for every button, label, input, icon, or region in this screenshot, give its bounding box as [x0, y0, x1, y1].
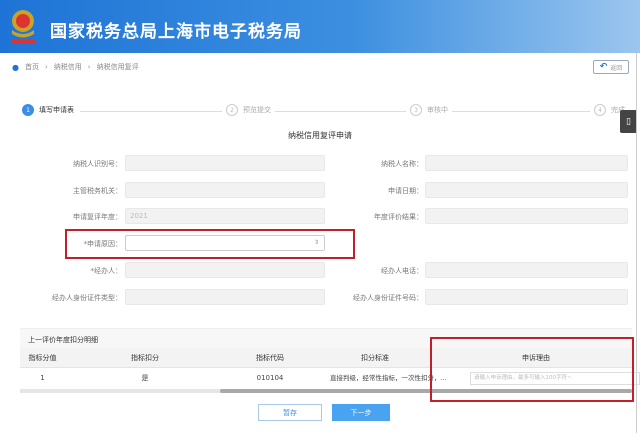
site-title: 国家税务总局上海市电子税务局 — [50, 22, 302, 42]
id-number-field[interactable] — [425, 289, 628, 305]
back-button[interactable]: ↶ 返回 — [593, 60, 629, 74]
header-banner: 国家税务总局上海市电子税务局 — [0, 0, 640, 53]
taxpayer-id-field — [125, 155, 325, 171]
cell-code: 010104 — [256, 374, 284, 382]
progress-steps: 1 填写申请表 2 预览提交 3 审核中 4 完成 — [0, 104, 640, 118]
col-standard: 扣分标准 — [361, 354, 389, 362]
back-label: 返回 — [610, 64, 623, 72]
taxpayer-name-field — [425, 155, 628, 171]
breadcrumb-credit[interactable]: 纳税信用 — [54, 62, 82, 72]
col-score: 指标分值 — [28, 354, 57, 362]
save-draft-button[interactable]: 暂存 — [258, 404, 322, 421]
return-arrow-icon: ↶ — [599, 62, 608, 72]
step-3: 3 审核中 — [406, 104, 452, 116]
tax-authority-field — [125, 182, 325, 198]
cell-deduct: 是 — [141, 374, 149, 382]
breadcrumb-home[interactable]: 首页 — [25, 62, 39, 72]
apply-date-label: 申请日期： — [388, 187, 423, 195]
steps-line — [80, 111, 620, 112]
highlight-box-appeal — [430, 337, 634, 402]
annual-result-label: 年度评价结果： — [374, 213, 423, 221]
handler-phone-field[interactable] — [425, 262, 628, 278]
breadcrumb-current: 纳税信用复评 — [96, 63, 139, 71]
col-code: 指标代码 — [256, 354, 284, 362]
highlight-box-reason — [65, 229, 355, 259]
step-2: 2 预览提交 — [222, 104, 275, 116]
next-step-button[interactable]: 下一步 — [332, 404, 390, 421]
handler-phone-label: 经办人电话： — [381, 267, 423, 275]
review-year-field: 2021 — [125, 208, 325, 224]
step-1: 1 填写申请表 — [22, 104, 78, 116]
taxpayer-id-label: 纳税人识别号： — [73, 160, 122, 168]
handler-field[interactable] — [125, 262, 325, 278]
annual-result-field — [425, 208, 628, 224]
breadcrumb: ● 首页 › 纳税信用 › 纳税信用复评 — [12, 62, 139, 72]
handler-label: *经办人： — [90, 267, 123, 275]
apply-date-field — [425, 182, 628, 198]
review-year-label: 申请复评年度： — [73, 213, 122, 221]
id-type-label: 经办人身份证件类型： — [52, 294, 122, 302]
form-title: 纳税信用复评申请 — [288, 131, 352, 140]
cell-score: 1 — [40, 374, 45, 382]
id-number-label: 经办人身份证件号码： — [353, 294, 423, 302]
taxpayer-name-label: 纳税人名称： — [381, 160, 423, 168]
id-type-field[interactable] — [125, 289, 325, 305]
col-deduct: 指标扣分 — [131, 354, 159, 362]
location-pin-icon: ● — [12, 62, 19, 72]
tax-authority-label: 主管税务机关： — [73, 187, 122, 195]
tax-emblem-logo — [11, 10, 35, 43]
